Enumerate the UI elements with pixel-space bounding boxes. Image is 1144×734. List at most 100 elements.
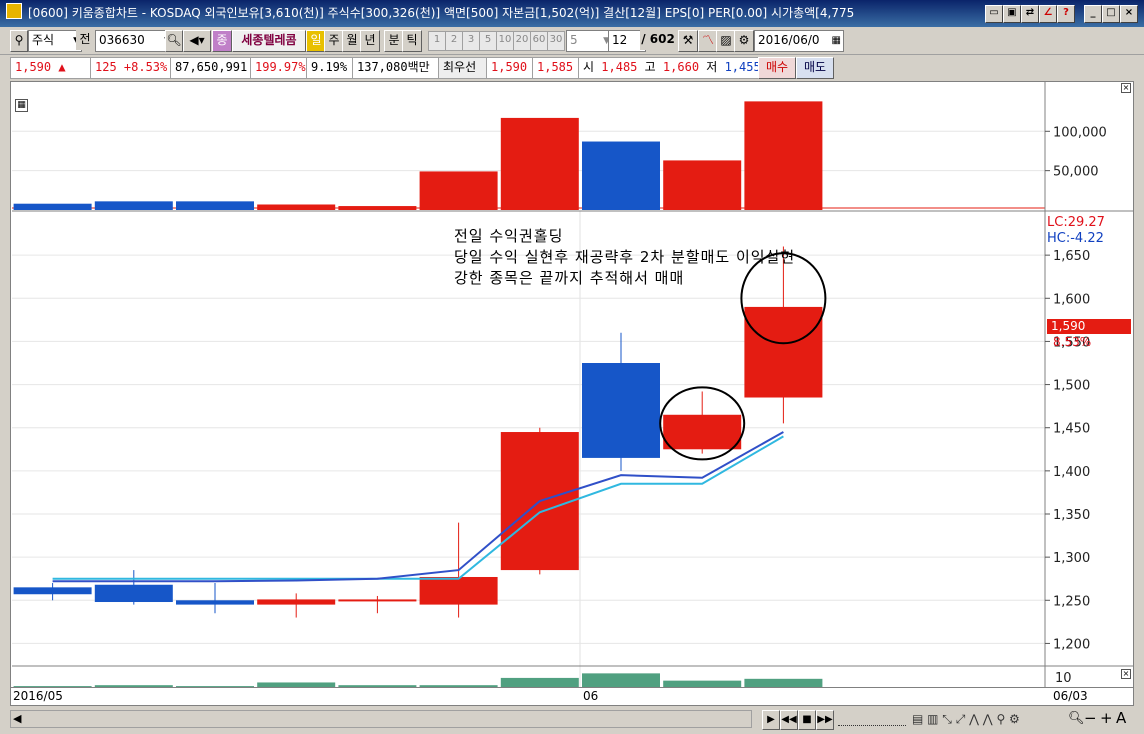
interval-30[interactable]: 30 bbox=[547, 31, 565, 51]
candle-body bbox=[94, 584, 173, 603]
foreign-net-panel bbox=[12, 101, 1045, 210]
pen-icon[interactable]: ∠ bbox=[1039, 5, 1057, 23]
stock-code-input[interactable]: 036630▼ bbox=[95, 30, 173, 52]
foreign-bar bbox=[744, 101, 823, 210]
text-icon[interactable]: A bbox=[1116, 709, 1126, 727]
volume-bar bbox=[13, 686, 92, 687]
foreign-bar bbox=[94, 201, 173, 210]
interval-20[interactable]: 20 bbox=[513, 31, 531, 51]
rewind-icon[interactable]: ◀◀ bbox=[780, 710, 798, 730]
tab-month[interactable]: 월 bbox=[342, 30, 362, 52]
layout-icon[interactable]: ▤ ▥ ⤡ ⤢ ⋀ ⋀ ⚲ ⚙ bbox=[912, 712, 1020, 727]
interval-2[interactable]: 2 bbox=[445, 31, 463, 51]
price-tick-label: 1,200 bbox=[1053, 637, 1090, 652]
open-label: 시 bbox=[583, 60, 595, 74]
restore-layout-icon[interactable]: ▭ bbox=[985, 5, 1003, 23]
close-button[interactable]: × bbox=[1120, 5, 1138, 23]
volume-bar bbox=[94, 685, 173, 687]
grid bbox=[12, 130, 1045, 687]
volume-bar bbox=[419, 685, 498, 687]
grid-toggle-icon[interactable]: ▦ bbox=[15, 99, 28, 112]
current-price-tag: 1,590 bbox=[1047, 319, 1131, 334]
settings-icon[interactable]: ⚙ bbox=[734, 30, 754, 52]
price-tick-label: 1,500 bbox=[1053, 379, 1090, 394]
foreign-bar bbox=[500, 117, 579, 210]
close-panel-icon[interactable]: × bbox=[1121, 669, 1131, 679]
link-icon[interactable]: ⇄ bbox=[1021, 5, 1039, 23]
foreign-bar bbox=[176, 201, 254, 210]
tab-tick[interactable]: 틱 bbox=[402, 30, 422, 52]
select-toggle[interactable]: 종 bbox=[212, 30, 232, 52]
foreign-bar bbox=[257, 204, 336, 210]
volume: 87,650,991 bbox=[170, 57, 260, 79]
sell-button[interactable]: 매도 bbox=[796, 57, 834, 79]
foreign-tick-label: 50,000 bbox=[1053, 165, 1099, 180]
ma-fast-line bbox=[52, 431, 784, 583]
window-title: [0600] 키움종합차트 - KOSDAQ 외국인보유[3,610(천)] 주… bbox=[28, 6, 855, 20]
x-label-mid: 06 bbox=[583, 689, 599, 703]
app-icon bbox=[6, 3, 22, 19]
maximize-button[interactable]: □ bbox=[1102, 5, 1120, 23]
scroll-left-icon[interactable]: ◀ bbox=[13, 712, 21, 725]
candle-body bbox=[257, 599, 336, 605]
interval-3[interactable]: 3 bbox=[462, 31, 480, 51]
volume-bar bbox=[500, 677, 579, 687]
zoom-slider[interactable] bbox=[838, 712, 906, 726]
line-tool-icon[interactable]: 〽 bbox=[698, 30, 718, 52]
search-icon[interactable]: 🔍︎ bbox=[165, 30, 183, 52]
annotation-line-3: 강한 종목은 끝까지 추적해서 매매 bbox=[454, 269, 685, 287]
foreign-bar bbox=[663, 160, 742, 210]
stop-icon[interactable]: ■ bbox=[798, 710, 816, 730]
trade-amount: 137,080백만 bbox=[352, 57, 448, 79]
calendar-icon[interactable]: ▦ bbox=[832, 32, 841, 50]
high-price: 1,660 bbox=[662, 60, 700, 74]
price-tick-label: 1,350 bbox=[1053, 508, 1090, 523]
tool-icon[interactable]: ⚒ bbox=[678, 30, 698, 52]
chart-svg[interactable]: 50,000 100,000 1,200 1,250 1,300 1,350 1,400 1,… bbox=[11, 82, 1133, 687]
interval-10[interactable]: 10 bbox=[496, 31, 514, 51]
interval-60[interactable]: 60 bbox=[530, 31, 548, 51]
interval-1[interactable]: 1 bbox=[428, 31, 446, 51]
minus-icon[interactable]: − bbox=[1084, 709, 1097, 727]
date-value: 2016/06/0 bbox=[758, 33, 820, 47]
interval-input[interactable]: 5 ▼ bbox=[566, 30, 612, 52]
volume-bar bbox=[257, 682, 336, 687]
x-label-end: 06/03 bbox=[1053, 689, 1088, 703]
x-label-start: 2016/05 bbox=[13, 689, 63, 703]
scroll-right-icon[interactable]: ▶ bbox=[762, 710, 780, 730]
plus-icon[interactable]: + bbox=[1100, 709, 1113, 727]
chart-area[interactable]: 50,000 100,000 1,200 1,250 1,300 1,350 1,400 1,… bbox=[10, 81, 1134, 688]
price-tick-label: 1,300 bbox=[1053, 551, 1090, 566]
screen-icon[interactable]: ▣ bbox=[1003, 5, 1021, 23]
date-input[interactable]: 2016/06/0 ▦ bbox=[754, 30, 844, 52]
buy-button[interactable]: 매수 bbox=[758, 57, 796, 79]
tab-day[interactable]: 일 bbox=[306, 30, 326, 52]
ohl-cell: 시 1,485 고 1,660 저 1,455 bbox=[578, 57, 766, 79]
price-tick-label: 1,650 bbox=[1053, 249, 1090, 264]
pin-icon[interactable]: ⚲ bbox=[10, 30, 28, 52]
volume-bar bbox=[176, 686, 254, 687]
candle-body bbox=[744, 306, 823, 398]
fast-forward-icon[interactable]: ▶▶ bbox=[816, 710, 834, 730]
volume-panel bbox=[13, 673, 823, 687]
hc-label: HC:-4.22 bbox=[1047, 231, 1104, 246]
minimize-button[interactable]: _ bbox=[1084, 5, 1102, 23]
lc-label: LC:29.27 bbox=[1047, 215, 1105, 230]
horizontal-scrollbar[interactable]: ◀ bbox=[10, 710, 752, 728]
zoom-icon[interactable]: 🔍︎ bbox=[1068, 711, 1085, 726]
chart-tool-icon[interactable]: ▨ bbox=[716, 30, 736, 52]
interval-5[interactable]: 5 bbox=[479, 31, 497, 51]
tab-week[interactable]: 주 bbox=[324, 30, 344, 52]
help-icon[interactable]: ? bbox=[1057, 5, 1075, 23]
tab-minute[interactable]: 분 bbox=[384, 30, 404, 52]
candle-body bbox=[663, 414, 742, 450]
low-label: 저 bbox=[706, 60, 718, 74]
volume-bar bbox=[338, 685, 417, 687]
foreign-tick-label: 100,000 bbox=[1053, 125, 1107, 140]
foreign-bar bbox=[419, 171, 498, 210]
market-select[interactable]: 주식▼ bbox=[28, 30, 82, 52]
candle-body bbox=[176, 600, 254, 605]
tab-year[interactable]: 년 bbox=[360, 30, 380, 52]
close-panel-icon[interactable]: × bbox=[1121, 83, 1131, 93]
speaker-icon[interactable]: ◀▾ bbox=[183, 30, 211, 52]
